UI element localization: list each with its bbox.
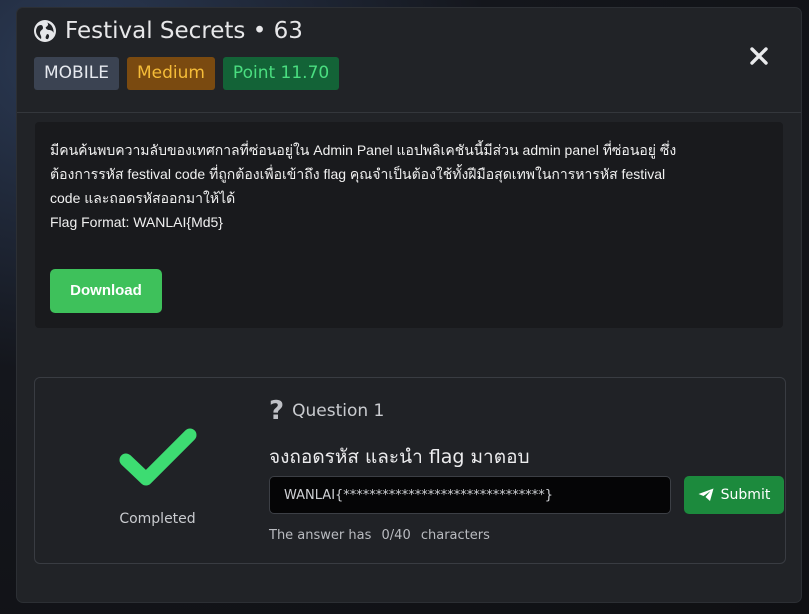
answer-input[interactable] (269, 476, 671, 514)
question-text: จงถอดรหัส และนำ flag มาตอบ (269, 446, 530, 468)
flag-format: Flag Format: WANLAI{Md5} (50, 214, 223, 230)
completed-label: Completed (119, 511, 196, 527)
checkmark-icon (118, 426, 198, 490)
description-panel: มีคนค้นพบความลับของเทศกาลที่ซ่อนอยู่ใน A… (35, 122, 783, 328)
submit-button[interactable]: Submit (684, 476, 784, 514)
modal-title: Festival Secrets • 63 (65, 18, 303, 44)
question-mark-icon: ? (269, 396, 285, 426)
challenge-modal: Festival Secrets • 63 MOBILE Medium Poin… (17, 8, 801, 602)
globe-icon (33, 19, 57, 43)
count-value: 0/40 (381, 528, 411, 543)
question-title: Question 1 (292, 401, 385, 421)
send-icon (698, 488, 714, 501)
description-line: ต้องการรหัส festival code ที่ถูกต้องเพื่… (50, 166, 666, 182)
close-icon[interactable] (747, 44, 771, 68)
question-panel: Completed ? Question 1 จงถอดรหัส และนำ f… (34, 377, 786, 564)
title-row: Festival Secrets • 63 (33, 18, 303, 44)
points-badge: Point 11.70 (222, 57, 340, 90)
answer-length-hint: The answer has 0/40 characters (269, 528, 496, 543)
download-button[interactable]: Download (50, 269, 162, 313)
difficulty-badge: Medium (126, 57, 215, 90)
description-line: มีคนค้นพบความลับของเทศกาลที่ซ่อนอยู่ใน A… (50, 142, 677, 158)
count-suffix: characters (420, 528, 490, 543)
submit-label: Submit (720, 487, 771, 503)
badge-row: MOBILE Medium Point 11.70 (34, 57, 340, 90)
description-text: มีคนค้นพบความลับของเทศกาลที่ซ่อนอยู่ใน A… (50, 138, 770, 234)
header-divider (17, 112, 801, 113)
question-header: ? Question 1 (269, 398, 384, 424)
category-badge: MOBILE (34, 57, 119, 90)
count-prefix: The answer has (269, 528, 372, 543)
modal-header: Festival Secrets • 63 MOBILE Medium Poin… (17, 8, 801, 104)
description-line: code และถอดรหัสออกมาให้ได้ (50, 190, 236, 206)
